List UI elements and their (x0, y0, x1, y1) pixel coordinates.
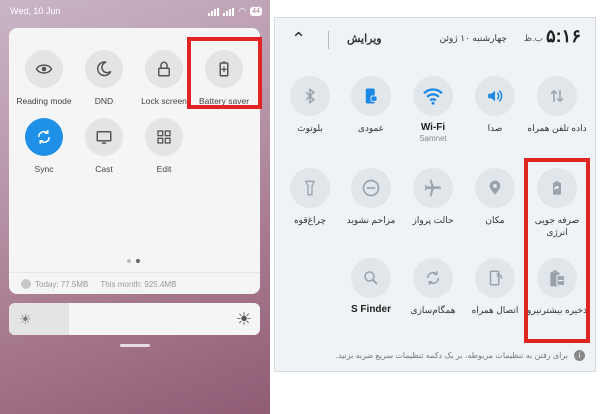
tile-location[interactable]: مکان (463, 168, 527, 226)
sync-icon (25, 118, 63, 156)
bluetooth-icon (290, 76, 330, 116)
signal-icon-2 (223, 7, 235, 16)
brightness-slider[interactable]: ☀ ☀ (9, 303, 260, 335)
moon-icon (85, 50, 123, 88)
mobile-data-icon (537, 76, 577, 116)
brightness-low-icon: ☀ (19, 311, 32, 327)
page-indicator (127, 259, 140, 263)
dnd-icon (351, 168, 391, 208)
tile-sync[interactable]: همگام‌سازی (401, 258, 465, 316)
monitor-icon (85, 118, 123, 156)
volume-icon (475, 76, 515, 116)
signal-icon (208, 7, 220, 16)
status-time: Wed, 10 Jun (10, 6, 61, 16)
quick-panel-hint: i برای رفتن به تنظیمات مربوطه، بر یک دکم… (285, 350, 585, 361)
flashlight-icon (290, 168, 330, 208)
data-usage: Today: 77.5MB This month: 925.4MB (9, 272, 260, 289)
search-icon (351, 258, 391, 298)
battery-saver-highlight (187, 37, 262, 109)
clock-time: ۵:۱۶ (546, 26, 581, 46)
date-text: چهارشنبه ۱۰ ژوئن (439, 33, 507, 43)
samsung-quick-panel: ⌃ ویرایش چهارشنبه ۱۰ ژوئن ب.ظ ۵:۱۶ بلوتو… (274, 17, 596, 372)
battery-indicator: 44 (250, 7, 262, 16)
drag-handle[interactable] (120, 344, 150, 347)
tile-airplane[interactable]: حالت پرواز (401, 168, 465, 226)
status-bar: Wed, 10 Jun ◠ 44 (10, 6, 262, 20)
chevron-up-icon[interactable]: ⌃ (291, 30, 306, 48)
edit-button[interactable]: ویرایش (347, 32, 382, 45)
ampm-text: ب.ظ (523, 33, 543, 43)
tile-edit[interactable]: Edit (129, 118, 199, 174)
data-today: Today: 77.5MB (35, 279, 89, 289)
quick-panel-header: ⌃ ویرایش چهارشنبه ۱۰ ژوئن ب.ظ ۵:۱۶ (275, 18, 595, 62)
portrait-lock-icon (351, 76, 391, 116)
airplane-icon (413, 168, 453, 208)
tile-s-finder[interactable]: S Finder (339, 258, 403, 316)
tile-portrait[interactable]: عمودی (339, 76, 403, 134)
hint-text: برای رفتن به تنظیمات مربوطه، بر یک دکمه … (335, 351, 568, 360)
data-icon (21, 279, 31, 289)
tile-bluetooth[interactable]: بلوتوث (278, 76, 342, 134)
location-icon (475, 168, 515, 208)
tile-sound[interactable]: صدا (463, 76, 527, 134)
lock-icon (145, 50, 183, 88)
eye-icon (25, 50, 63, 88)
tile-mobile-hotspot[interactable]: اتصال همراه (463, 258, 527, 316)
info-icon: i (574, 350, 585, 361)
grid-icon (145, 118, 183, 156)
brightness-high-icon: ☀ (235, 309, 252, 329)
tile-wifi[interactable]: Wi-Fi Samnet (401, 76, 465, 143)
tile-dnd[interactable]: مزاحم نشوید (339, 168, 403, 226)
mobile-hotspot-icon (475, 258, 515, 298)
power-saving-highlight (524, 158, 590, 343)
wifi-icon: ◠ (238, 6, 247, 16)
left-notification-shade: Wed, 10 Jun ◠ 44 Reading mode DND Lock s… (0, 0, 270, 414)
tile-mobile-data[interactable]: داده تلفن همراه (525, 76, 589, 134)
divider (328, 31, 329, 49)
data-month: This month: 925.4MB (100, 279, 177, 289)
tile-flashlight[interactable]: چراغ‌قوه (278, 168, 342, 226)
wifi-icon (413, 76, 453, 116)
sync-icon (413, 258, 453, 298)
